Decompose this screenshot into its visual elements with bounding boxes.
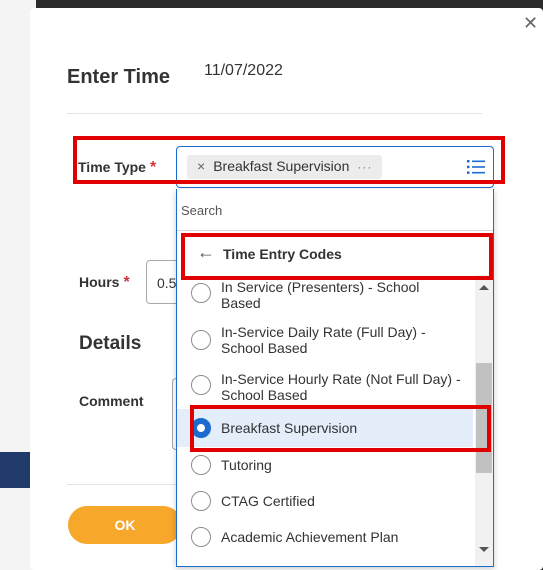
hours-label-text: Hours [79,274,120,290]
search-placeholder: Search [181,203,223,218]
dialog-date: 11/07/2022 [204,62,283,79]
option-ctag-certified[interactable]: CTAG Certified [177,485,473,517]
divider [67,113,482,114]
scroll-down-icon[interactable] [479,547,489,552]
option-academic-achievement-plan[interactable]: Academic Achievement Plan [177,521,473,553]
option-in-service-daily-rate[interactable]: In-Service Daily Rate (Full Day) - Schoo… [177,319,473,361]
category-title: Time Entry Codes [223,246,342,262]
dropdown-scrollbar[interactable] [475,275,493,566]
time-type-dropdown: Search ← Time Entry Codes In Service (Pr… [176,189,494,567]
required-asterisk: * [149,159,157,176]
radio-button[interactable] [191,491,211,511]
radio-button[interactable] [191,283,211,303]
remove-chip-icon[interactable]: × [197,158,205,174]
option-label: In-Service Hourly Rate (Not Full Day) - … [221,371,461,403]
comment-label: Comment [79,393,144,409]
chip-label: Breakfast Supervision [213,158,350,174]
option-label: CTAG Certified [221,493,315,509]
close-icon[interactable]: ✕ [523,14,538,32]
scroll-up-icon[interactable] [479,285,489,290]
ok-button[interactable]: OK [68,506,182,544]
details-heading: Details [79,333,142,354]
chip-more-icon[interactable]: ··· [357,160,372,174]
option-label: In-Service Daily Rate (Full Day) - Schoo… [221,324,426,356]
time-type-field[interactable]: × Breakfast Supervision ··· [176,146,494,188]
selected-time-type-chip: × Breakfast Supervision ··· [187,155,383,179]
radio-button[interactable] [191,375,211,395]
option-in-service-hourly-rate[interactable]: In-Service Hourly Rate (Not Full Day) - … [177,366,473,408]
list-prompt-icon[interactable] [467,159,485,175]
option-label: Breakfast Supervision [221,420,358,436]
option-label: Tutoring [221,457,272,473]
radio-button[interactable] [191,330,211,350]
back-arrow-icon[interactable]: ← [197,242,215,263]
required-asterisk: * [123,274,130,291]
option-label: Academic Achievement Plan [221,529,399,545]
option-in-service-presenters[interactable]: In Service (Presenters) - School Based [177,275,473,315]
dropdown-search-input[interactable]: Search [177,189,493,231]
time-type-label: Time Type * [78,159,156,177]
hours-label: Hours * [79,274,130,292]
dialog-title: Enter Time [67,66,170,88]
option-tutoring[interactable]: Tutoring [177,449,473,481]
radio-button-selected[interactable] [191,418,211,438]
radio-button[interactable] [191,455,211,475]
time-type-label-text: Time Type [78,159,146,175]
radio-button[interactable] [191,527,211,547]
category-header[interactable]: ← Time Entry Codes [177,232,493,274]
option-label: In Service (Presenters) - School Based [221,279,420,311]
scrollbar-thumb[interactable] [476,363,492,473]
option-breakfast-supervision[interactable]: Breakfast Supervision [177,409,473,447]
